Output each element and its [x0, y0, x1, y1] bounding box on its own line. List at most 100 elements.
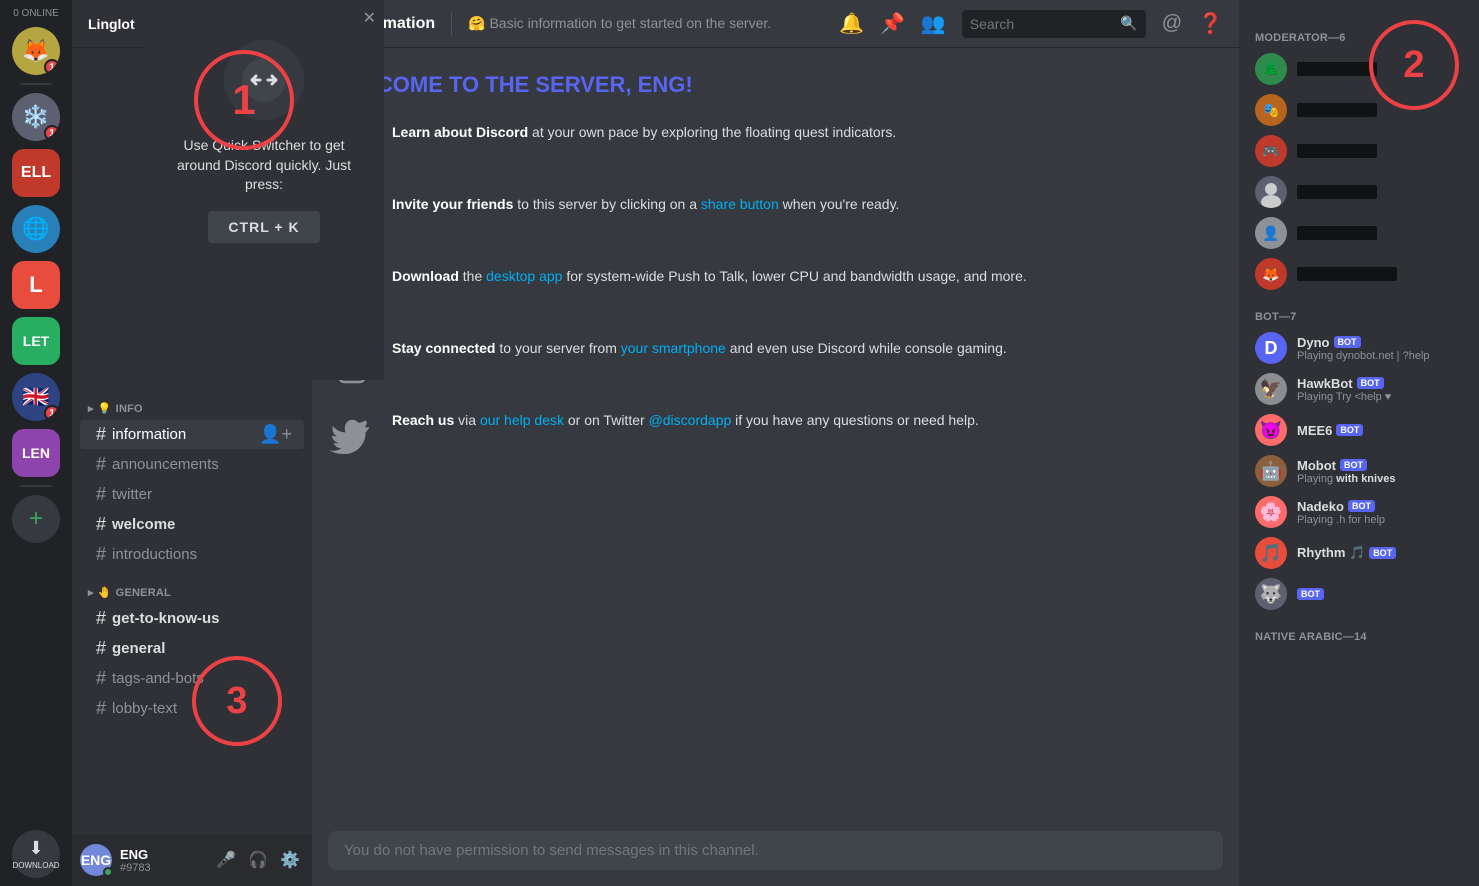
server-icon-ukflag[interactable]: 🇬🇧 1 [12, 373, 60, 421]
bot-name: Nadeko [1297, 499, 1344, 514]
channel-name: tags-and-bots [112, 670, 204, 687]
channel-name: lobby-text [112, 700, 177, 717]
member-avatar: 🌲 [1255, 53, 1287, 85]
channel-name: announcements [112, 456, 219, 473]
channel-list: ▸ 💡 INFO # information 👤+ # announcement… [72, 378, 312, 834]
member-info [1297, 226, 1463, 240]
user-avatar: ENG [80, 844, 112, 876]
member-item[interactable] [1247, 172, 1471, 212]
bot-badge: BOT [1336, 424, 1363, 436]
channel-header: # information 🤗 Basic information to get… [312, 0, 1239, 48]
channel-item-introductions[interactable]: # introductions [80, 540, 304, 569]
category-emoji: 🤚 [98, 586, 112, 599]
quick-switcher-shortcut: CTRL + K [208, 211, 319, 243]
member-avatar [1255, 176, 1287, 208]
category-name: INFO [116, 403, 143, 415]
user-settings-button[interactable]: ⚙️ [276, 846, 304, 874]
notification-bell-button[interactable]: 🔔 [839, 11, 864, 36]
welcome-item-connected: Stay connected to your server from your … [328, 338, 1048, 386]
server-icon-fox[interactable]: 🦊 1 [12, 27, 60, 75]
share-button-link[interactable]: share button [701, 196, 779, 212]
help-desk-link[interactable]: our help desk [480, 412, 564, 428]
channel-hash-icon: # [96, 698, 106, 719]
download-button[interactable]: ⬇ DOWNLOAD [12, 830, 60, 878]
bot-status: Playing Try <help ♥ [1297, 391, 1463, 403]
user-area: ENG ENG #9783 🎤 🎧 ⚙️ [72, 834, 312, 886]
category-general[interactable]: ▸ 🤚 GENERAL [72, 570, 312, 603]
online-count: 0 ONLINE [13, 8, 59, 19]
arabic-category-label: NATIVE ARABIC—14 [1255, 631, 1367, 643]
pin-button[interactable]: 📌 [880, 11, 905, 36]
welcome-content: WELCOME TO THE SERVER, ENG! Learn about … [328, 72, 1048, 458]
channel-item-information[interactable]: # information 👤+ [80, 420, 304, 449]
discordapp-twitter-link[interactable]: @discordapp [649, 412, 732, 428]
welcome-text-learn: Learn about Discord at your own pace by … [392, 122, 896, 143]
bot-badge: BOT [1357, 377, 1384, 389]
category-emoji: 💡 [98, 402, 112, 415]
channel-item-announcements[interactable]: # announcements [80, 450, 304, 479]
member-avatar: 🦊 [1255, 258, 1287, 290]
member-name [1297, 103, 1377, 117]
channel-header-description: 🤗 Basic information to get started on th… [468, 15, 771, 32]
bot-item-nadeko[interactable]: 🌸 Nadeko BOT Playing .h for help [1247, 492, 1471, 532]
members-button[interactable]: 👥 [921, 11, 946, 36]
channel-sidebar: Linglot ▾ ✕ Use Quick Switcher to get ar… [72, 0, 312, 886]
channel-item-lobby-text[interactable]: # lobby-text [80, 694, 304, 723]
member-item[interactable]: 👤 [1247, 213, 1471, 253]
bot-badge: BOT [1340, 459, 1367, 471]
deafen-button[interactable]: 🎧 [244, 846, 272, 874]
bot-item-mee6[interactable]: 😈 MEE6 BOT [1247, 410, 1471, 450]
bot-item-rhythm[interactable]: 🎵 Rhythm 🎵 BOT [1247, 533, 1471, 573]
channel-item-general[interactable]: # general [80, 634, 304, 663]
add-server-button[interactable]: + [12, 495, 60, 543]
server-icon-len[interactable]: LEN [12, 429, 60, 477]
category-info[interactable]: ▸ 💡 INFO [72, 386, 312, 419]
bot-avatar: D [1255, 332, 1287, 364]
channel-header-tools: 🔔 📌 👥 🔍 @ ❓ [839, 10, 1223, 38]
channel-item-twitter[interactable]: # twitter [80, 480, 304, 509]
channel-hash-icon: # [96, 668, 106, 689]
member-item[interactable]: 🦊 [1247, 254, 1471, 294]
quick-switcher-title: Use Quick Switcher to get around Discord… [160, 136, 368, 195]
at-mention-button[interactable]: @ [1162, 12, 1182, 35]
add-member-button[interactable]: 👤+ [255, 424, 296, 445]
member-avatar: 👤 [1255, 217, 1287, 249]
server-icon-l[interactable]: L [12, 261, 60, 309]
channel-item-welcome[interactable]: # welcome [80, 510, 304, 539]
bot-item-mobot[interactable]: 🤖 Mobot BOT Playing with knives [1247, 451, 1471, 491]
desktop-app-link[interactable]: desktop app [486, 268, 562, 284]
bot-item-hawkbot[interactable]: 🦅 HawkBot BOT Playing Try <help ♥ [1247, 369, 1471, 409]
server-icon-globe[interactable]: 🌐 [12, 205, 60, 253]
bot-info: Dyno BOT Playing dynobot.net | ?help [1297, 335, 1463, 362]
server-icon-snowflake[interactable]: ❄️ 1 [12, 93, 60, 141]
server-icon-linglot[interactable]: LET [12, 317, 60, 365]
bot-item-dyno[interactable]: D Dyno BOT Playing dynobot.net | ?help [1247, 328, 1471, 368]
search-icon: 🔍 [1120, 15, 1137, 32]
server-icon-ell[interactable]: ELL [12, 149, 60, 197]
channel-item-tags-and-bots[interactable]: # tags-and-bots [80, 664, 304, 693]
help-button[interactable]: ❓ [1198, 11, 1223, 36]
bot-badge: BOT [1297, 588, 1324, 600]
bot-name: MEE6 [1297, 423, 1332, 438]
search-input[interactable] [970, 16, 1113, 32]
smartphone-link[interactable]: your smartphone [621, 340, 726, 356]
mute-button[interactable]: 🎤 [212, 846, 240, 874]
member-item[interactable]: 🎮 [1247, 131, 1471, 171]
member-item[interactable]: 🎭 [1247, 90, 1471, 130]
bot-item-unknown[interactable]: 🐺 BOT [1247, 574, 1471, 614]
bot-avatar: 🌸 [1255, 496, 1287, 528]
main-content: # information 🤗 Basic information to get… [312, 0, 1239, 886]
quick-switcher-close[interactable]: ✕ [363, 8, 376, 28]
member-name [1297, 226, 1377, 240]
channel-item-get-to-know-us[interactable]: # get-to-know-us [80, 604, 304, 633]
member-item[interactable]: 🌲 [1247, 49, 1471, 89]
bot-info: BOT [1297, 588, 1463, 600]
messages-area: WELCOME TO THE SERVER, ENG! Learn about … [312, 48, 1239, 831]
welcome-item-reach: Reach us via our help desk or on Twitter… [328, 410, 1048, 458]
bot-name: Mobot [1297, 458, 1336, 473]
bot-name: Dyno [1297, 335, 1330, 350]
channel-header-divider [451, 12, 452, 36]
welcome-text-reach: Reach us via our help desk or on Twitter… [392, 410, 979, 431]
member-avatar: 🎭 [1255, 94, 1287, 126]
server-badge: 1 [44, 59, 60, 75]
